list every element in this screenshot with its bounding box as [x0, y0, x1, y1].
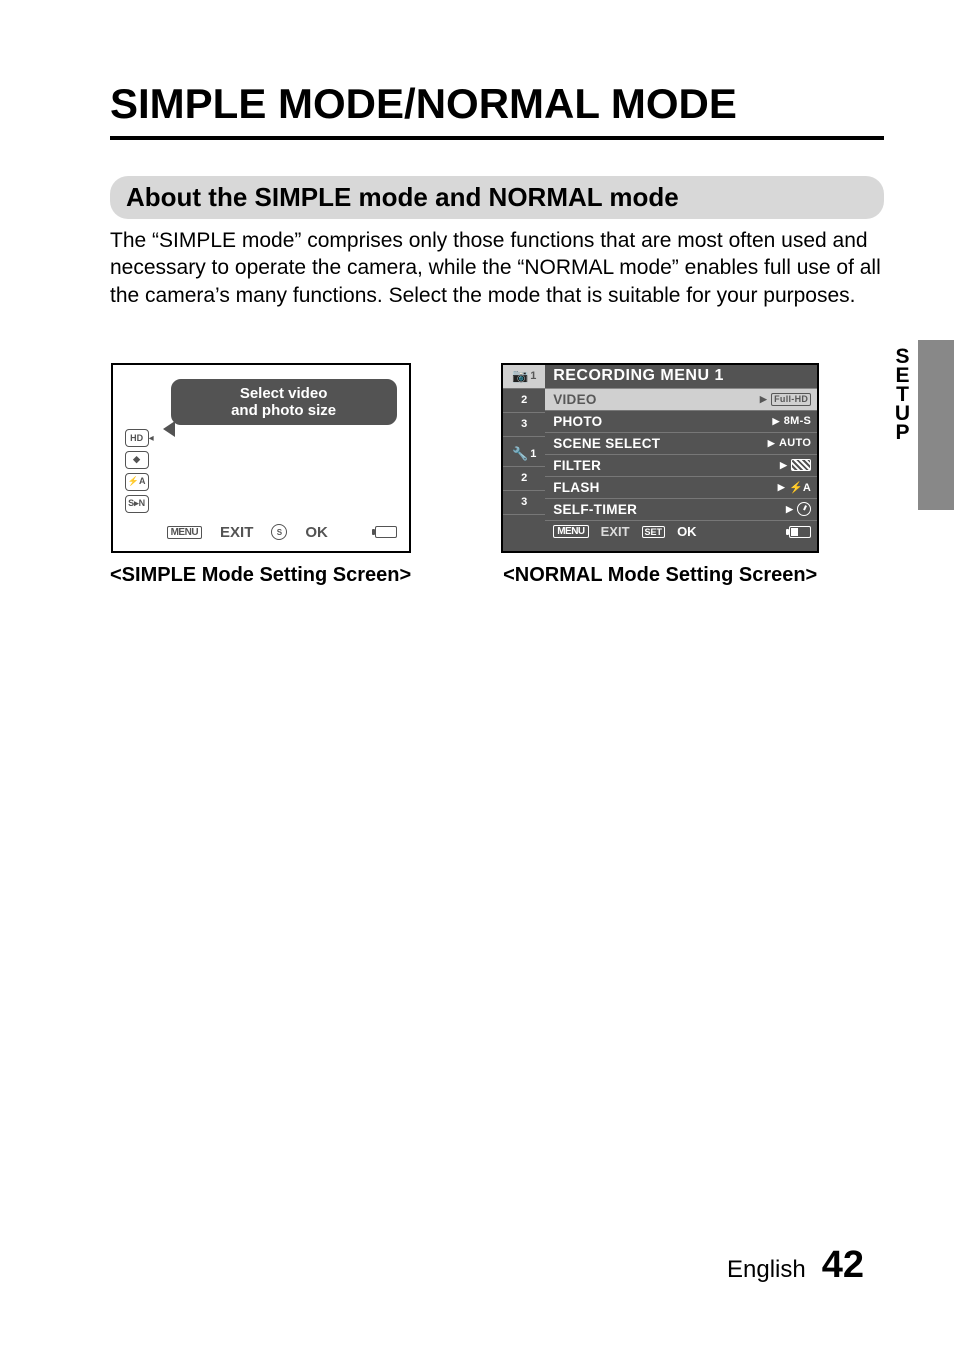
simple-icon-list: HD ◆ ⚡A S▸N — [125, 429, 149, 513]
wrench-icon: 🔧 — [512, 446, 528, 462]
pointer-icon: ◂ — [149, 433, 154, 444]
row-label: SELF-TIMER — [553, 502, 637, 517]
normal-caption: <NORMAL Mode Setting Screen> — [503, 563, 817, 587]
value-auto-icon: AUTO — [779, 437, 811, 449]
page-number: 42 — [822, 1244, 864, 1287]
value-filter-icon — [791, 459, 811, 471]
set-button-icon: S — [271, 524, 287, 540]
row-label: PHOTO — [553, 414, 602, 429]
title-underline — [110, 136, 884, 140]
set-button-icon: SET — [642, 526, 666, 538]
camera-icon: 📷 — [512, 368, 528, 384]
side-tab-label: SETUP — [890, 345, 914, 440]
menu-row-photo: PHOTO ▶8M-S — [545, 411, 817, 433]
menu-row-scene-select: SCENE SELECT ▶AUTO — [545, 433, 817, 455]
photo-size-icon: ◆ — [125, 451, 149, 469]
menu-button-icon: MENU — [553, 525, 588, 538]
option-tab-3: 3 — [503, 491, 545, 515]
section-heading: About the SIMPLE mode and NORMAL mode — [110, 176, 884, 219]
flash-auto-icon: ⚡A — [125, 473, 149, 491]
page-title: SIMPLE MODE/NORMAL MODE — [110, 80, 884, 128]
normal-footer-bar: MENU EXIT SET OK — [545, 521, 817, 543]
side-tab-indicator — [918, 340, 954, 510]
row-label: SCENE SELECT — [553, 436, 660, 451]
body-paragraph: The “SIMPLE mode” comprises only those f… — [110, 227, 884, 309]
row-label: FLASH — [553, 480, 600, 495]
language-label: English — [727, 1256, 806, 1284]
exit-label: EXIT — [601, 524, 630, 539]
hd-icon: HD — [125, 429, 149, 447]
simple-footer-bar: MENU EXIT S OK — [167, 524, 397, 541]
row-label: VIDEO — [553, 392, 597, 407]
menu-row-video: VIDEO ▶Full-HD — [545, 389, 817, 411]
value-8ms-icon: 8M-S — [784, 415, 811, 427]
normal-mode-screenshot: 📷1 2 3 🔧1 2 3 RECORDING MENU 1 VIDEO ▶Fu… — [501, 363, 819, 553]
value-timer-icon — [797, 502, 811, 516]
normal-left-tabs: 📷1 2 3 🔧1 2 3 — [503, 365, 545, 551]
option-tab-1: 🔧1 — [503, 443, 545, 467]
menu-button-icon: MENU — [167, 526, 202, 539]
exit-label: EXIT — [220, 524, 253, 541]
rec-tab-3: 3 — [503, 413, 545, 437]
battery-icon — [789, 526, 811, 538]
menu-header: RECORDING MENU 1 — [545, 365, 817, 389]
ok-label: OK — [677, 524, 697, 539]
page-footer: English 42 — [727, 1244, 864, 1287]
simple-mode-screenshot: Select videoand photo size ◂ HD ◆ ⚡A S▸N… — [111, 363, 411, 553]
rec-tab-2: 2 — [503, 389, 545, 413]
simple-caption: <SIMPLE Mode Setting Screen> — [110, 563, 411, 587]
menu-row-flash: FLASH ▶⚡A — [545, 477, 817, 499]
option-tab-2: 2 — [503, 467, 545, 491]
mode-switch-icon: S▸N — [125, 495, 149, 513]
ok-label: OK — [305, 524, 328, 541]
menu-row-self-timer: SELF-TIMER ▶ — [545, 499, 817, 521]
value-fullhd-icon: Full-HD — [771, 393, 811, 406]
row-label: FILTER — [553, 458, 601, 473]
menu-row-filter: FILTER ▶ — [545, 455, 817, 477]
rec-tab-1: 📷1 — [503, 365, 545, 389]
simple-tooltip: Select videoand photo size — [171, 379, 397, 425]
value-flash-auto-icon: ⚡A — [789, 481, 811, 494]
battery-icon — [375, 526, 397, 538]
